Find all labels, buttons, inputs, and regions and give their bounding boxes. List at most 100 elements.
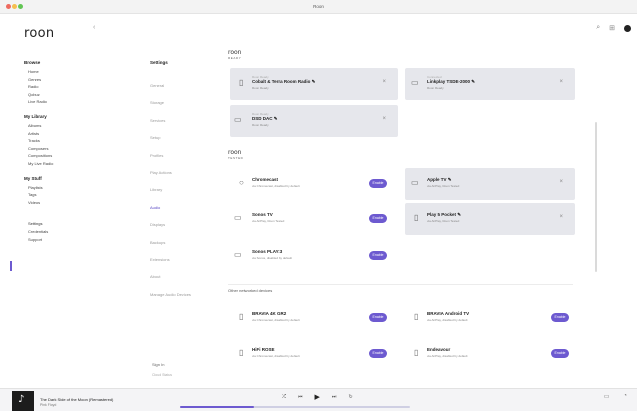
device-name: Sonos TV (252, 212, 273, 217)
dac-icon: ▭ (234, 115, 242, 124)
device-card[interactable]: ▭ Sonos PLAY:3 via Sonos, disabled by de… (230, 240, 398, 272)
sidebar-item-home[interactable]: Home (24, 68, 94, 76)
tv-icon: ▭ (234, 213, 242, 222)
roon-ready-label: READY (228, 56, 242, 60)
device-subtitle: via Chromecast, disabled by default (252, 354, 300, 358)
sidebar-item-qobuz[interactable]: Qobuz (24, 91, 94, 99)
next-icon[interactable]: ⏭ (332, 394, 337, 400)
seek-bar[interactable] (180, 406, 410, 408)
close-icon[interactable]: × (382, 79, 386, 85)
enable-button[interactable]: Enable (369, 179, 387, 188)
settings-item-library[interactable]: Library (150, 181, 210, 198)
sidebar-item-credentials[interactable]: Credentials (24, 228, 94, 236)
settings-item-setup[interactable]: Setup (150, 129, 210, 146)
device-name: BRAVIA Android TV (427, 311, 470, 316)
sidebar-item-tags[interactable]: Tags (24, 191, 94, 199)
sidebar-item-genres[interactable]: Genres (24, 76, 94, 84)
device-name: Sonos PLAY:3 (252, 249, 283, 254)
close-icon[interactable]: × (559, 214, 563, 220)
seek-bar-fill (180, 406, 254, 408)
enable-button[interactable]: Enable (551, 349, 569, 358)
header-icons: ⌕ ⊞ (596, 24, 631, 32)
device-card[interactable]: ▭ Connected Linkplay TSDE-2000 ✎ Roon Re… (405, 68, 575, 100)
sidebar-item-playlists[interactable]: Playlists (24, 184, 94, 192)
enable-button[interactable]: Enable (369, 214, 387, 223)
device-card[interactable]: ▭ Roon Ready DSD DAC ✎ Roon Ready × (230, 105, 398, 137)
sidebar-item-artists[interactable]: Artists (24, 130, 94, 138)
enable-button[interactable]: Enable (369, 313, 387, 322)
shuffle-icon[interactable]: ⤮ (282, 394, 286, 400)
zone-icon[interactable]: ▭ (604, 393, 610, 400)
cloud-status: Cloud Status (152, 373, 173, 377)
volume-icon[interactable]: ◔ (623, 393, 627, 400)
profile-avatar[interactable] (624, 24, 631, 32)
sidebar-item-albums[interactable]: Albums (24, 122, 94, 130)
roon-tested-brand: roon TESTED (228, 150, 243, 161)
close-icon[interactable]: × (559, 79, 563, 85)
device-name: Cobalt & Terra Room Radio ✎ (252, 79, 316, 84)
track-title[interactable]: The Dark Side of the Moon (Remastered) (40, 397, 113, 402)
device-card[interactable]: ○ Chromecast via Chromecast, disabled by… (230, 168, 398, 200)
close-icon[interactable]: × (382, 116, 386, 122)
device-name: Apple TV ✎ (427, 177, 452, 182)
sidebar-item-compositions[interactable]: Compositions (24, 152, 94, 160)
sidebar-item-settings[interactable]: Settings (24, 220, 94, 228)
album-art[interactable]: ♪ (12, 391, 34, 411)
device-subtitle: via AirPlay, Roon Tested (427, 219, 460, 223)
sidebar-item-composers[interactable]: Composers (24, 145, 94, 153)
sign-in-link[interactable]: Sign In (152, 362, 164, 367)
enable-button[interactable]: Enable (369, 349, 387, 358)
roon-ready-brand: roon READY (228, 50, 242, 61)
appletv-icon: ▭ (411, 178, 419, 187)
settings-item-backups[interactable]: Backups (150, 234, 210, 251)
enable-button[interactable]: Enable (369, 251, 387, 260)
device-name: Play 5 Pocket ✎ (427, 212, 462, 217)
device-card[interactable]: ▯ BRAVIA Android TV via AirPlay, disable… (405, 302, 575, 334)
close-icon[interactable]: × (559, 179, 563, 185)
device-card[interactable]: ▯ Roon Ready Cobalt & Terra Room Radio ✎… (230, 68, 398, 100)
settings-heading: Settings (150, 60, 168, 65)
settings-item-services[interactable]: Services (150, 112, 210, 129)
device-card[interactable]: ▯ BRAVIA 4K GR2 via Chromecast, disabled… (230, 302, 398, 334)
settings-item-profiles[interactable]: Profiles (150, 147, 210, 164)
settings-item-extensions[interactable]: Extensions (150, 251, 210, 268)
streamer-icon: ▭ (411, 78, 419, 87)
sidebar-item-videos[interactable]: Videos (24, 199, 94, 207)
play-icon[interactable]: ▶ (315, 393, 320, 401)
settings-item-displays[interactable]: Displays (150, 216, 210, 233)
device-card[interactable]: ▯ Play 5 Pocket ✎ via AirPlay, Roon Test… (405, 203, 575, 235)
settings-item-audio[interactable]: Audio (150, 199, 210, 216)
grid-icon[interactable]: ⊞ (609, 24, 615, 32)
previous-icon[interactable]: ⏮ (298, 394, 303, 400)
roon-logo: roon (24, 26, 55, 41)
sidebar-item-live-radio[interactable]: Live Radio (24, 98, 94, 106)
settings-item-general[interactable]: General (150, 77, 210, 94)
device-card[interactable]: ▯ Endeavour via AirPlay, disabled by def… (405, 338, 575, 370)
device-subtitle: via Sonos, disabled by default (252, 256, 292, 260)
settings-item-manage-audio-devices[interactable]: Manage Audio Devices (150, 286, 210, 303)
sidebar: Browse Home Genres Radio Qobuz Live Radi… (24, 60, 94, 243)
sidebar-heading-my-stuff: My Stuff (24, 175, 42, 181)
scrollbar[interactable] (595, 122, 597, 272)
sidebar-item-tracks[interactable]: Tracks (24, 137, 94, 145)
settings-item-play-actions[interactable]: Play Actions (150, 164, 210, 181)
speaker-icon: ▯ (414, 348, 419, 357)
device-card[interactable]: ▭ Sonos TV via AirPlay, Roon Tested Enab… (230, 203, 398, 235)
track-artist[interactable]: Pink Floyd (40, 403, 56, 407)
sidebar-item-support[interactable]: Support (24, 236, 94, 244)
sidebar-item-my-live-radio[interactable]: My Live Radio (24, 160, 94, 168)
now-playing-bar: ♪ The Dark Side of the Moon (Remastered)… (0, 388, 637, 411)
device-name: Chromecast (252, 177, 279, 182)
enable-button[interactable]: Enable (551, 313, 569, 322)
chevron-left-icon[interactable]: ‹ (93, 24, 95, 31)
sidebar-item-radio[interactable]: Radio (24, 83, 94, 91)
search-icon[interactable]: ⌕ (596, 24, 600, 32)
repeat-icon[interactable]: ↻ (348, 394, 352, 400)
settings-item-storage[interactable]: Storage (150, 94, 210, 111)
device-subtitle: Roon Ready (252, 123, 269, 127)
device-card[interactable]: ▯ HiFi ROSE via Chromecast, disabled by … (230, 338, 398, 370)
settings-item-about[interactable]: About (150, 268, 210, 285)
device-name: Linkplay TSDE-2000 ✎ (427, 79, 476, 84)
device-card[interactable]: ▭ Apple TV ✎ via AirPlay, Roon Tested × (405, 168, 575, 200)
device-name: Endeavour (427, 347, 451, 352)
